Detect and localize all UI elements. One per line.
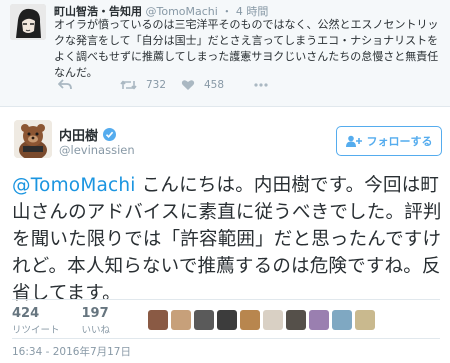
like-stat[interactable]: 197 いいね (82, 306, 111, 336)
tweet-timestamp[interactable]: 16:34 - 2016年7月17日 (12, 344, 131, 359)
follow-button[interactable]: フォローする (336, 126, 442, 156)
liker-avatar[interactable] (309, 310, 329, 330)
reply-button[interactable] (58, 79, 72, 91)
parent-tweet-text: オイラが憤っているのは三宅洋平そのものではなく、公然とエスノセントリックな発言を… (54, 18, 439, 79)
main-author-row: 内田樹 (59, 125, 117, 144)
more-icon (254, 83, 268, 87)
like-count: 458 (204, 79, 225, 91)
like-stat-count: 197 (81, 306, 109, 321)
main-author-handle[interactable]: @levinassien (59, 143, 135, 157)
reply-icon (58, 79, 72, 90)
liker-avatar[interactable] (355, 310, 375, 330)
main-author-name[interactable]: 内田樹 (59, 125, 98, 144)
liker-avatars (148, 310, 375, 330)
liker-avatar[interactable] (171, 310, 191, 330)
liker-avatar[interactable] (263, 310, 283, 330)
tweet-stats: 424 リツイート 197 いいね (12, 306, 110, 336)
liker-avatar[interactable] (148, 310, 168, 330)
retweet-stat-label: リツイート (12, 325, 60, 336)
parent-tweet[interactable]: 町山智浩・告知用 @TomoMachi ・ 4 時間 オイラが憤っているのは三宅… (0, 0, 450, 107)
parent-avatar-image (10, 4, 46, 40)
main-tweet-text: @TomoMachi こんにちは。内田樹です。今回は町山さんのアドバイスに素直に… (12, 172, 444, 307)
liker-avatar[interactable] (240, 310, 260, 330)
like-button[interactable]: 458 (181, 79, 224, 91)
stats-divider-bottom (12, 338, 440, 339)
like-stat-label: いいね (81, 325, 111, 336)
parent-avatar[interactable] (10, 4, 46, 40)
heart-icon (181, 80, 195, 90)
mention-link[interactable]: @TomoMachi (12, 175, 136, 196)
liker-avatar[interactable] (332, 310, 352, 330)
follow-label: フォローする (366, 135, 433, 148)
main-avatar[interactable] (14, 120, 52, 158)
retweet-stat[interactable]: 424 リツイート (12, 306, 60, 336)
retweet-button[interactable]: 732 (120, 79, 166, 91)
retweet-icon (120, 80, 137, 90)
liker-avatar[interactable] (194, 310, 214, 330)
main-avatar-image (14, 120, 52, 158)
more-button[interactable] (253, 79, 269, 91)
liker-avatar[interactable] (286, 310, 306, 330)
stats-divider-top (12, 299, 440, 300)
follow-user-icon (345, 135, 362, 147)
retweet-stat-count: 424 (12, 306, 40, 321)
verified-badge-icon (103, 128, 117, 141)
retweet-count: 732 (146, 79, 167, 91)
liker-avatar[interactable] (217, 310, 237, 330)
